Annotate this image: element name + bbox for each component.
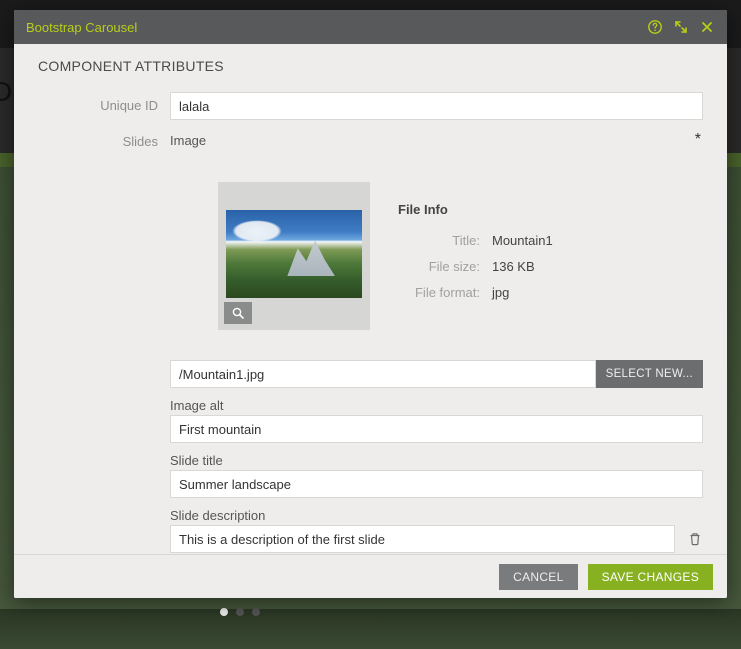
dialog-footer: CANCEL SAVE CHANGES bbox=[14, 554, 727, 598]
slides-label: Slides bbox=[38, 128, 170, 149]
modal-dialog: Bootstrap Carousel COMPONENT ATTRIBUTES … bbox=[14, 10, 727, 598]
slide-description-label: Slide description bbox=[170, 504, 703, 525]
file-title-label: Title: bbox=[398, 233, 480, 248]
trash-icon[interactable] bbox=[687, 531, 703, 547]
cancel-button[interactable]: CANCEL bbox=[499, 564, 577, 590]
help-icon[interactable] bbox=[647, 19, 663, 35]
file-format-value: jpg bbox=[492, 285, 509, 300]
expand-icon[interactable] bbox=[673, 19, 689, 35]
image-path-input[interactable] bbox=[170, 360, 596, 388]
file-size-label: File size: bbox=[398, 259, 480, 274]
image-alt-label: Image alt bbox=[170, 394, 703, 415]
image-thumbnail-panel bbox=[218, 182, 370, 330]
file-info-heading: File Info bbox=[398, 202, 553, 217]
file-size-value: 136 KB bbox=[492, 259, 535, 274]
section-title: COMPONENT ATTRIBUTES bbox=[38, 58, 703, 74]
close-icon[interactable] bbox=[699, 19, 715, 35]
file-format-label: File format: bbox=[398, 285, 480, 300]
titlebar-title: Bootstrap Carousel bbox=[26, 20, 637, 35]
image-alt-input[interactable] bbox=[170, 415, 703, 443]
slide-title-label: Slide title bbox=[170, 449, 703, 470]
zoom-icon[interactable] bbox=[224, 302, 252, 324]
unique-id-label: Unique ID bbox=[38, 92, 170, 113]
select-new-button[interactable]: SELECT NEW... bbox=[596, 360, 703, 388]
image-thumbnail[interactable] bbox=[226, 210, 362, 298]
slides-type: Image bbox=[170, 133, 206, 148]
file-title-value: Mountain1 bbox=[492, 233, 553, 248]
slide-description-input[interactable] bbox=[170, 525, 675, 553]
slide-title-input[interactable] bbox=[170, 470, 703, 498]
required-indicator: * bbox=[695, 131, 703, 149]
save-button[interactable]: SAVE CHANGES bbox=[588, 564, 713, 590]
titlebar: Bootstrap Carousel bbox=[14, 10, 727, 44]
unique-id-input[interactable] bbox=[170, 92, 703, 120]
